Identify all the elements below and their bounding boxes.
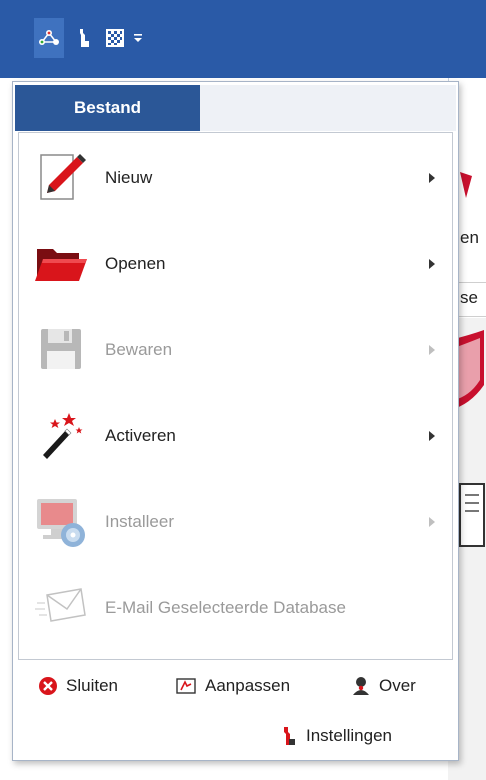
- menu-item-activeren[interactable]: Activeren: [19, 393, 452, 479]
- email-envelope-icon: [35, 588, 86, 622]
- sluiten-button[interactable]: Sluiten: [38, 672, 118, 700]
- menu-item-label: Nieuw: [105, 168, 153, 187]
- menu-item-label: Openen: [105, 254, 166, 273]
- menu-item-bewaren[interactable]: Bewaren: [19, 307, 452, 393]
- menu-item-nieuw[interactable]: Nieuw: [19, 135, 452, 221]
- menu-item-label: Bewaren: [105, 340, 173, 359]
- menu-tab-strip: [200, 85, 456, 131]
- background-ribbon-icon: [460, 172, 472, 198]
- background-clipboard-icon: [459, 483, 485, 547]
- magic-wand-icon: [43, 413, 83, 459]
- menu-item-openen[interactable]: Openen: [19, 221, 452, 307]
- quick-access-toolbar: [0, 0, 486, 78]
- floppy-disk-icon: [41, 329, 81, 369]
- background-ribbon-text-1: en: [460, 228, 479, 247]
- menu-item-installeer[interactable]: Installeer: [19, 479, 452, 565]
- app-window: en se Bestand Nieuw Openen Bewaren Activ…: [0, 0, 486, 780]
- user-info-icon: [353, 677, 369, 695]
- settings-wrench-icon: [284, 727, 295, 745]
- instellingen-button[interactable]: Instellingen: [278, 722, 392, 750]
- network-nodes-icon: [39, 30, 59, 45]
- aanpassen-label: Aanpassen: [205, 676, 291, 695]
- background-ribbon-text-2: se: [460, 288, 478, 307]
- folder-open-icon: [35, 249, 87, 281]
- menu-footer: Sluiten Aanpassen Over Instellingen: [18, 664, 453, 759]
- qat-customize-dropdown[interactable]: [128, 18, 148, 58]
- submenu-arrow-icon: [429, 431, 435, 441]
- menu-item-label: E-Mail Geselecteerde Database: [105, 598, 346, 617]
- qat-grid-button[interactable]: [100, 18, 130, 58]
- submenu-arrow-icon: [429, 173, 435, 183]
- menu-items-panel: Nieuw Openen Bewaren Activeren Installee…: [18, 132, 453, 660]
- over-label: Over: [379, 676, 416, 695]
- menu-item-email-database[interactable]: E-Mail Geselecteerde Database: [19, 565, 452, 651]
- checker-grid-icon: [106, 29, 124, 47]
- tab-bestand[interactable]: Bestand: [15, 85, 200, 131]
- close-circle-icon: [39, 677, 57, 695]
- new-document-pencil-icon: [40, 154, 86, 200]
- submenu-arrow-icon: [429, 345, 435, 355]
- instellingen-label: Instellingen: [306, 726, 393, 745]
- sluiten-label: Sluiten: [66, 676, 118, 695]
- over-button[interactable]: Over: [351, 672, 416, 700]
- menu-item-label: Activeren: [105, 426, 176, 445]
- submenu-arrow-icon: [429, 517, 435, 527]
- qat-network-button[interactable]: [34, 18, 64, 58]
- application-menu: Bestand Nieuw Openen Bewaren Activeren I…: [12, 81, 459, 761]
- menu-item-label: Installeer: [105, 512, 174, 531]
- dropdown-arrow-icon: [134, 34, 142, 42]
- install-monitor-disc-icon: [37, 499, 85, 547]
- customize-window-icon: [176, 678, 196, 694]
- aanpassen-button[interactable]: Aanpassen: [175, 672, 290, 700]
- qat-settings-button[interactable]: [68, 18, 98, 58]
- submenu-arrow-icon: [429, 259, 435, 269]
- wrench-icon: [80, 29, 89, 47]
